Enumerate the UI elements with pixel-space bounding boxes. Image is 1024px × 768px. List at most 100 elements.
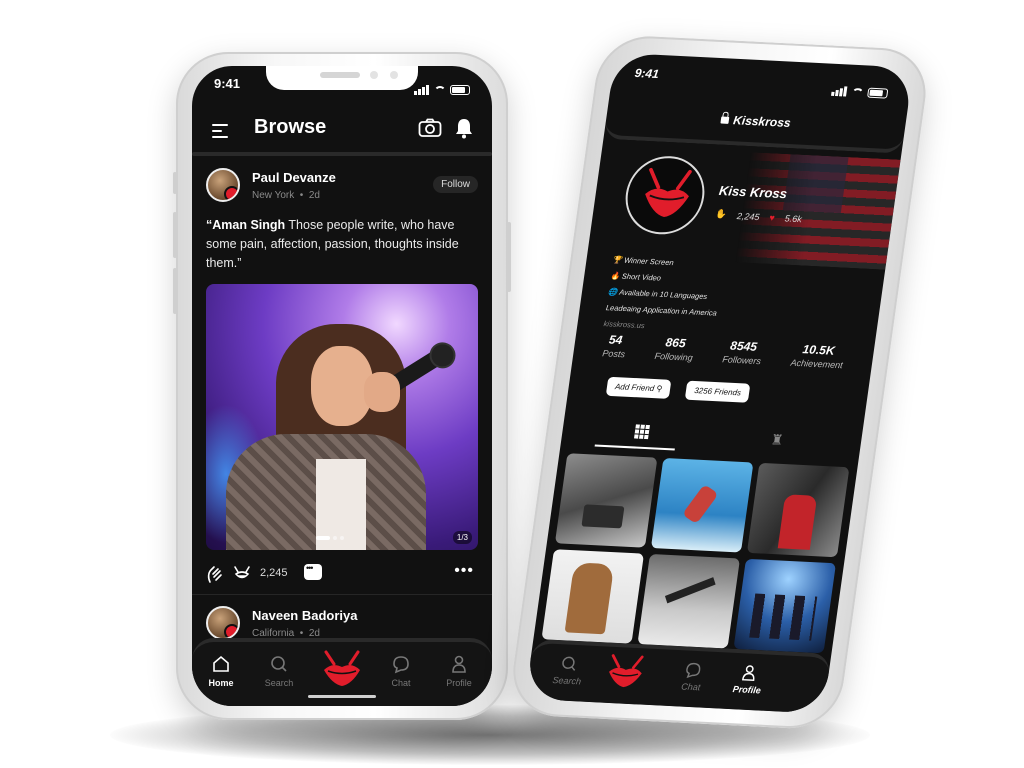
power-button [507,222,511,292]
tab-label: Search [264,678,294,688]
menu-icon[interactable] [212,124,228,142]
stat-achievement[interactable]: 10.5K Achievement [789,342,846,381]
tab-label: Chat [680,681,702,693]
profile-icon [741,665,755,681]
clap-icon[interactable] [206,564,224,584]
profile-buttons: Add Friend ⚲ 3256 Friends [605,376,751,403]
right-phone-wrapper: 9:41 Kisskross Kiss Kross ✋ 2,245 ♥ 5.6k… [506,34,932,731]
gallery-thumbnail[interactable] [650,458,754,553]
search-icon [562,656,576,671]
stat-posts[interactable]: 54 Posts [600,332,628,369]
avatar[interactable] [206,606,240,640]
add-user-icon: ⚲ [655,384,663,394]
status-icons [414,77,470,95]
browse-screen: 9:41 Browse Paul Devanze New York • 2d F… [192,66,492,706]
tab-label: Profile [732,684,762,696]
clap-icon: ✋ [715,208,728,220]
kiss-logo-icon[interactable] [603,653,648,693]
status-icons [831,78,890,99]
post-header: Paul Devanze New York • 2d Follow [206,168,478,208]
follow-button[interactable]: Follow [433,176,478,193]
image-counter: 1/3 [452,531,472,544]
battery-icon [450,85,470,95]
award-icon[interactable]: ♜ [770,431,785,449]
add-friend-button[interactable]: Add Friend ⚲ [605,376,672,399]
tab-chat[interactable]: Chat [376,654,426,688]
comment-icon[interactable] [304,563,322,580]
sensor [370,71,378,79]
tab-chat[interactable]: Chat [665,660,719,694]
bell-icon[interactable] [454,117,474,139]
page-title: Kisskross [606,107,906,136]
post-location: New York [252,190,295,201]
gallery-thumbnail[interactable] [637,554,741,649]
profile-bio: 🏆 Winner Screen 🔥 Short Video 🌐 Availabl… [603,252,725,338]
header-divider [192,152,492,156]
profile-name: Kiss Kross [718,182,789,202]
right-phone: 9:41 Kisskross Kiss Kross ✋ 2,245 ♥ 5.6k… [506,34,932,731]
front-camera [390,71,398,79]
kiss-logo-icon [645,167,692,218]
caption-author: “Aman Singh [206,218,286,232]
friends-button[interactable]: 3256 Friends [684,380,751,403]
search-icon [271,656,287,672]
grid-icon[interactable] [634,424,650,440]
profile-stats: 54 Posts 865 Following 8545 Followers 10.5K… [586,332,861,382]
tab-label: Home [208,678,234,688]
tab-search[interactable]: Search [541,654,595,688]
page-title: Browse [254,116,327,138]
mute-switch [173,172,177,194]
post-divider [192,594,492,595]
profile-header: Kisskross [603,92,908,154]
carousel-dots [316,536,344,540]
signal-icon [414,77,430,95]
home-indicator[interactable] [308,695,376,698]
stat-followers[interactable]: 8545 Followers [720,338,764,376]
chat-icon [686,662,701,679]
tab-profile[interactable]: Profile [721,663,775,697]
gallery-thumbnail[interactable] [554,453,658,548]
post-author[interactable]: Paul Devanze [252,170,336,185]
wifi-icon [851,87,865,98]
battery-icon [867,87,889,99]
post-meta: New York • 2d [252,190,320,201]
post-image[interactable]: 1/3 [206,284,478,550]
tab-label: Chat [391,678,411,688]
gallery-thumbnail[interactable] [746,462,850,558]
tab-profile[interactable]: Profile [434,654,484,688]
kiss-icon: ♥ [768,212,776,223]
post-age: 2d [308,190,320,201]
camera-icon[interactable] [418,118,442,138]
tab-search[interactable]: Search [254,654,304,688]
kiss-reaction-icon[interactable] [232,564,252,584]
status-time: 9:41 [633,65,660,82]
post-author[interactable]: Naveen Badoriya [252,608,358,623]
gallery-thumbnail[interactable] [541,549,645,644]
profile-icon [452,655,466,673]
gallery-thumbnail[interactable] [733,558,837,654]
left-phone: 9:41 Browse Paul Devanze New York • 2d F… [173,52,511,720]
chat-icon [393,656,409,674]
lock-icon [720,116,730,124]
volume-up-button [173,212,177,258]
volume-down-button [173,268,177,314]
tab-label: Profile [446,678,472,688]
home-icon [213,655,229,672]
tab-home[interactable]: Home [196,654,246,688]
avatar[interactable] [206,168,240,202]
wifi-icon [434,86,446,95]
bottom-tab-bar: Home Search Chat Profile [192,638,492,706]
kisses-count: 5.6k [784,212,803,224]
like-count: 2,245 [260,567,288,579]
kiss-logo-icon[interactable] [320,650,364,690]
profile-avatar[interactable] [620,154,710,237]
stat-following[interactable]: 865 Following [653,335,696,373]
active-tab-indicator [594,444,675,451]
status-time: 9:41 [214,76,241,91]
more-options-icon[interactable]: ••• [454,562,474,580]
signal-icon [831,78,850,97]
top-bar: Browse [192,110,492,150]
speaker [320,72,360,78]
notch [266,66,418,90]
profile-screen: 9:41 Kisskross Kiss Kross ✋ 2,245 ♥ 5.6k… [525,52,914,714]
